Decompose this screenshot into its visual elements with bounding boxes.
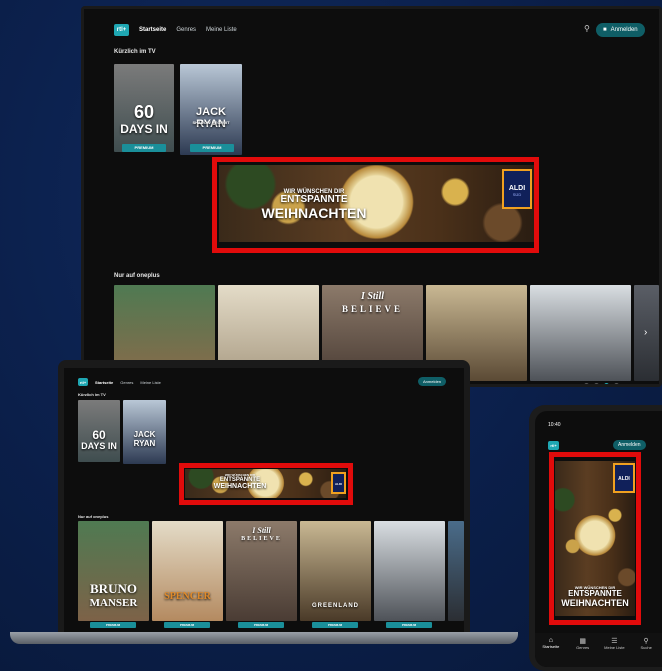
laptop-poster-5[interactable] [374,521,445,621]
tv-device: rtl+ Startseite Genres Meine Liste ⚲ ■ A… [81,6,662,387]
phone-logo[interactable]: rtl+ [548,441,559,450]
poster-title-line2: DAYS IN [81,441,117,451]
tv-banner-highlight [212,157,539,253]
laptop-nav-genres[interactable]: Genres [120,380,133,385]
laptop-premium-badge: PREMIUM [386,622,432,628]
poster-title-line1: GREENLAND [311,603,359,609]
laptop-poster-60days[interactable]: 60 DAYS IN [78,400,120,462]
tab-mylist-label: Meine Liste [604,645,625,650]
tv-screen: rtl+ Startseite Genres Meine Liste ⚲ ■ A… [84,9,659,384]
poster-title-line1: BRUNO [90,581,137,596]
tv-poster-5[interactable] [530,285,631,381]
home-icon: ⌂ [548,637,553,644]
tv-search-icon[interactable]: ⚲ [584,24,590,33]
laptop-device: rtl+ Startseite Genres Meine Liste Anmel… [58,360,470,632]
phone-login-label: Anmelden [618,442,641,448]
tv-section-only: Nur auf oneplus [114,273,160,279]
tv-premium-badge-1: PREMIUM [122,144,166,152]
laptop-poster-bruno[interactable]: BRUNO MANSER [78,521,149,621]
search-icon: ⚲ [643,638,649,645]
tv-nav-home[interactable]: Startseite [139,27,166,33]
laptop-base [10,632,518,644]
tv-carousel-dots [584,383,619,384]
laptop-screen: rtl+ Startseite Genres Meine Liste Anmel… [64,368,464,632]
poster-title-line2: BELIEVE [241,536,282,542]
laptop-poster-6[interactable] [448,521,464,621]
poster-title-line2: SHADOW RECRUIT [192,120,230,125]
phone-banner-highlight [549,452,641,625]
tab-genres[interactable]: ▦ Genres [567,633,599,667]
laptop-login-label: Anmelden [423,379,442,384]
poster-title-line1: 60 [133,102,155,122]
laptop-premium-badge: PREMIUM [312,622,358,628]
tab-home-label: Startseite [542,644,560,649]
poster-title-line1: 60 [92,428,106,442]
laptop-login-button[interactable]: Anmelden [418,377,447,386]
tv-login-label: Anmelden [610,27,638,33]
poster-title-line1: I Still [252,526,271,535]
phone-device: 10:40 rtl+ Anmelden ALDI WIR WÜNSCHEN DI… [529,405,662,671]
poster-title-line2: BELIEVE [341,304,404,314]
laptop-poster-stillbelieve[interactable]: I Still BELIEVE [226,521,297,621]
laptop-nav-mylist[interactable]: Meine Liste [140,380,160,385]
tv-section-recent: Kürzlich im TV [114,49,156,55]
tv-premium-badge-2: PREMIUM [190,144,234,152]
tv-login-button[interactable]: ■ Anmelden [596,23,645,37]
poster-title-line1: JACK RYAN [133,430,156,448]
laptop-premium-badge: PREMIUM [90,622,136,628]
laptop-navbar: rtl+ Startseite Genres Meine Liste [78,377,161,387]
laptop-poster-jackryan[interactable]: JACK RYAN [123,400,166,464]
phone-login-button[interactable]: Anmelden [613,440,646,450]
phone-tabbar: ⌂ Startseite ▦ Genres ☰ Meine Liste ⚲ Su… [535,633,662,667]
tab-search[interactable]: ⚲ Suche [630,633,662,667]
tv-poster-jackryan[interactable]: JACK RYAN SHADOW RECRUIT [180,64,242,155]
laptop-poster-spencer[interactable]: SPENCER [152,521,223,621]
laptop-section-recent: Kürzlich im TV [78,392,106,397]
poster-title-line2: MANSER [89,597,138,609]
tv-nav-mylist[interactable]: Meine Liste [206,27,237,33]
poster-title-line1: I Still [360,291,385,302]
phone-screen: 10:40 rtl+ Anmelden ALDI WIR WÜNSCHEN DI… [535,411,662,667]
tv-navbar: rtl+ Startseite Genres Meine Liste [114,23,237,37]
tv-nav-genres[interactable]: Genres [176,27,196,33]
tab-genres-label: Genres [576,645,590,650]
tv-poster-60days[interactable]: 60 DAYS IN [114,64,174,152]
laptop-banner-highlight [179,463,353,505]
tab-mylist[interactable]: ☰ Meine Liste [599,633,631,667]
laptop-premium-badge: PREMIUM [164,622,210,628]
user-icon: ■ [603,27,607,33]
laptop-section-only: Nur auf oneplus [78,514,109,519]
laptop-logo[interactable]: rtl+ [78,378,88,386]
tab-home[interactable]: ⌂ Startseite [535,633,567,667]
chevron-right-icon[interactable]: › [644,327,647,338]
poster-title-line1: SPENCER [164,591,211,602]
tv-logo[interactable]: rtl+ [114,24,129,36]
phone-status-time: 10:40 [548,422,561,428]
list-icon: ☰ [611,638,618,645]
tab-search-label: Suche [640,645,652,650]
laptop-nav-home[interactable]: Startseite [95,380,113,385]
poster-title-line2: DAYS IN [120,122,168,136]
laptop-premium-badge: PREMIUM [238,622,284,628]
grid-icon: ▦ [579,638,586,645]
poster-title-line1: JACK RYAN [196,106,226,130]
laptop-poster-greenland[interactable]: GREENLAND [300,521,371,621]
